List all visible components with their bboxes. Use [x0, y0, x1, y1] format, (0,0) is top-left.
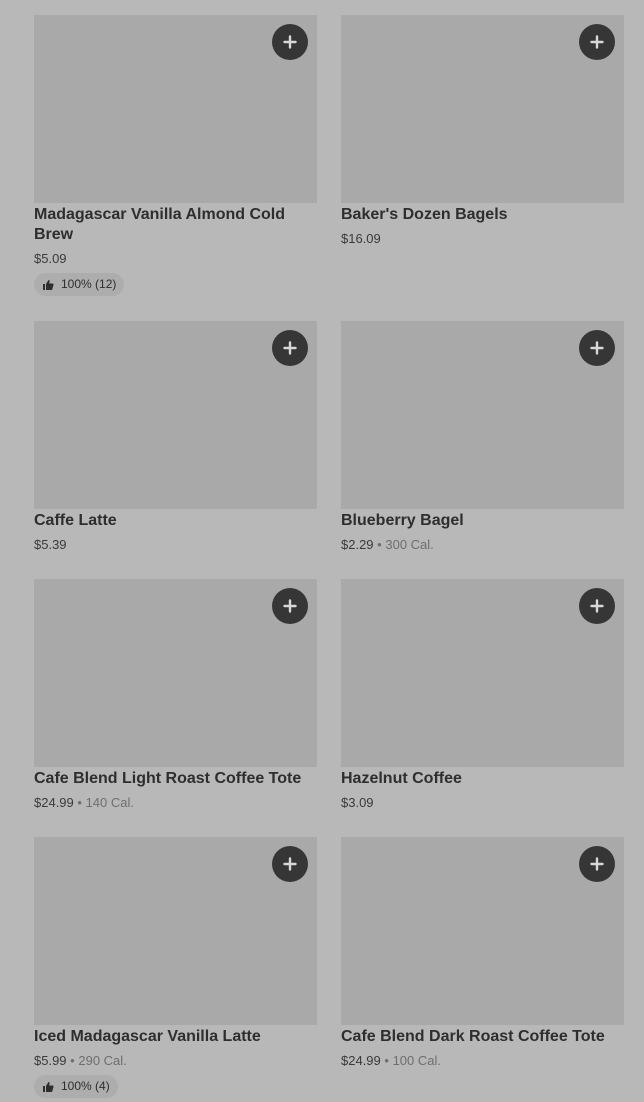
product-name[interactable]: Iced Madagascar Vanilla Latte [34, 1027, 317, 1047]
product-price: $5.39 [34, 537, 67, 552]
plus-icon [283, 341, 297, 355]
product-price-line: $2.29 • 300 Cal. [341, 536, 434, 554]
product-price: $2.29 [341, 537, 374, 552]
add-to-cart-button[interactable] [272, 330, 308, 366]
product-calories: 140 Cal. [85, 795, 134, 810]
product-price: $3.09 [341, 795, 374, 810]
product-calories: 290 Cal. [78, 1053, 127, 1068]
meta-separator: • [70, 1053, 75, 1068]
rating-text: 100% (12) [61, 277, 117, 291]
product-price: $24.99 [341, 1053, 381, 1068]
product-card[interactable]: Hazelnut Coffee $3.09 [341, 579, 624, 819]
rating-badge: 100% (12) [34, 273, 125, 296]
plus-icon [283, 857, 297, 871]
rating-text: 100% (4) [61, 1079, 110, 1093]
product-card[interactable]: Cafe Blend Dark Roast Coffee Tote $24.99… [341, 837, 624, 1077]
add-to-cart-button[interactable] [579, 24, 615, 60]
product-card[interactable]: Madagascar Vanilla Almond Cold Brew $5.0… [34, 15, 317, 300]
add-to-cart-button[interactable] [272, 846, 308, 882]
product-calories: 100 Cal. [392, 1053, 441, 1068]
product-price: $24.99 [34, 795, 74, 810]
product-name[interactable]: Blueberry Bagel [341, 511, 624, 531]
plus-icon [590, 341, 604, 355]
product-price-line: $5.39 [34, 536, 67, 554]
product-name[interactable]: Baker's Dozen Bagels [341, 205, 624, 225]
add-to-cart-button[interactable] [579, 330, 615, 366]
add-to-cart-button[interactable] [272, 588, 308, 624]
product-name[interactable]: Cafe Blend Light Roast Coffee Tote [34, 769, 317, 789]
plus-icon [283, 599, 297, 613]
meta-separator: • [77, 795, 82, 810]
meta-separator: • [377, 537, 382, 552]
product-card[interactable]: Caffe Latte $5.39 [34, 321, 317, 561]
product-price-line: $5.99 • 290 Cal. [34, 1052, 127, 1070]
thumbs-up-icon [43, 1081, 54, 1092]
product-calories: 300 Cal. [385, 537, 434, 552]
product-name[interactable]: Madagascar Vanilla Almond Cold Brew [34, 205, 317, 245]
plus-icon [283, 35, 297, 49]
product-price-line: $5.09 [34, 250, 67, 268]
product-name[interactable]: Caffe Latte [34, 511, 317, 531]
product-card[interactable]: Cafe Blend Light Roast Coffee Tote $24.9… [34, 579, 317, 819]
meta-separator: • [384, 1053, 389, 1068]
product-price: $5.99 [34, 1053, 67, 1068]
product-price: $16.09 [341, 231, 381, 246]
thumbs-up-icon [43, 279, 54, 290]
product-price-line: $16.09 [341, 230, 381, 248]
plus-icon [590, 599, 604, 613]
product-card[interactable]: Baker's Dozen Bagels $16.09 [341, 15, 624, 255]
product-price-line: $24.99 • 100 Cal. [341, 1052, 441, 1070]
product-card[interactable]: Iced Madagascar Vanilla Latte $5.99 • 29… [34, 837, 317, 1100]
add-to-cart-button[interactable] [272, 24, 308, 60]
add-to-cart-button[interactable] [579, 588, 615, 624]
product-card[interactable]: Blueberry Bagel $2.29 • 300 Cal. [341, 321, 624, 561]
product-price-line: $24.99 • 140 Cal. [34, 794, 134, 812]
product-name[interactable]: Hazelnut Coffee [341, 769, 624, 789]
product-name[interactable]: Cafe Blend Dark Roast Coffee Tote [341, 1027, 624, 1047]
product-price: $5.09 [34, 251, 67, 266]
rating-badge: 100% (4) [34, 1075, 118, 1098]
plus-icon [590, 35, 604, 49]
add-to-cart-button[interactable] [579, 846, 615, 882]
product-price-line: $3.09 [341, 794, 374, 812]
plus-icon [590, 857, 604, 871]
